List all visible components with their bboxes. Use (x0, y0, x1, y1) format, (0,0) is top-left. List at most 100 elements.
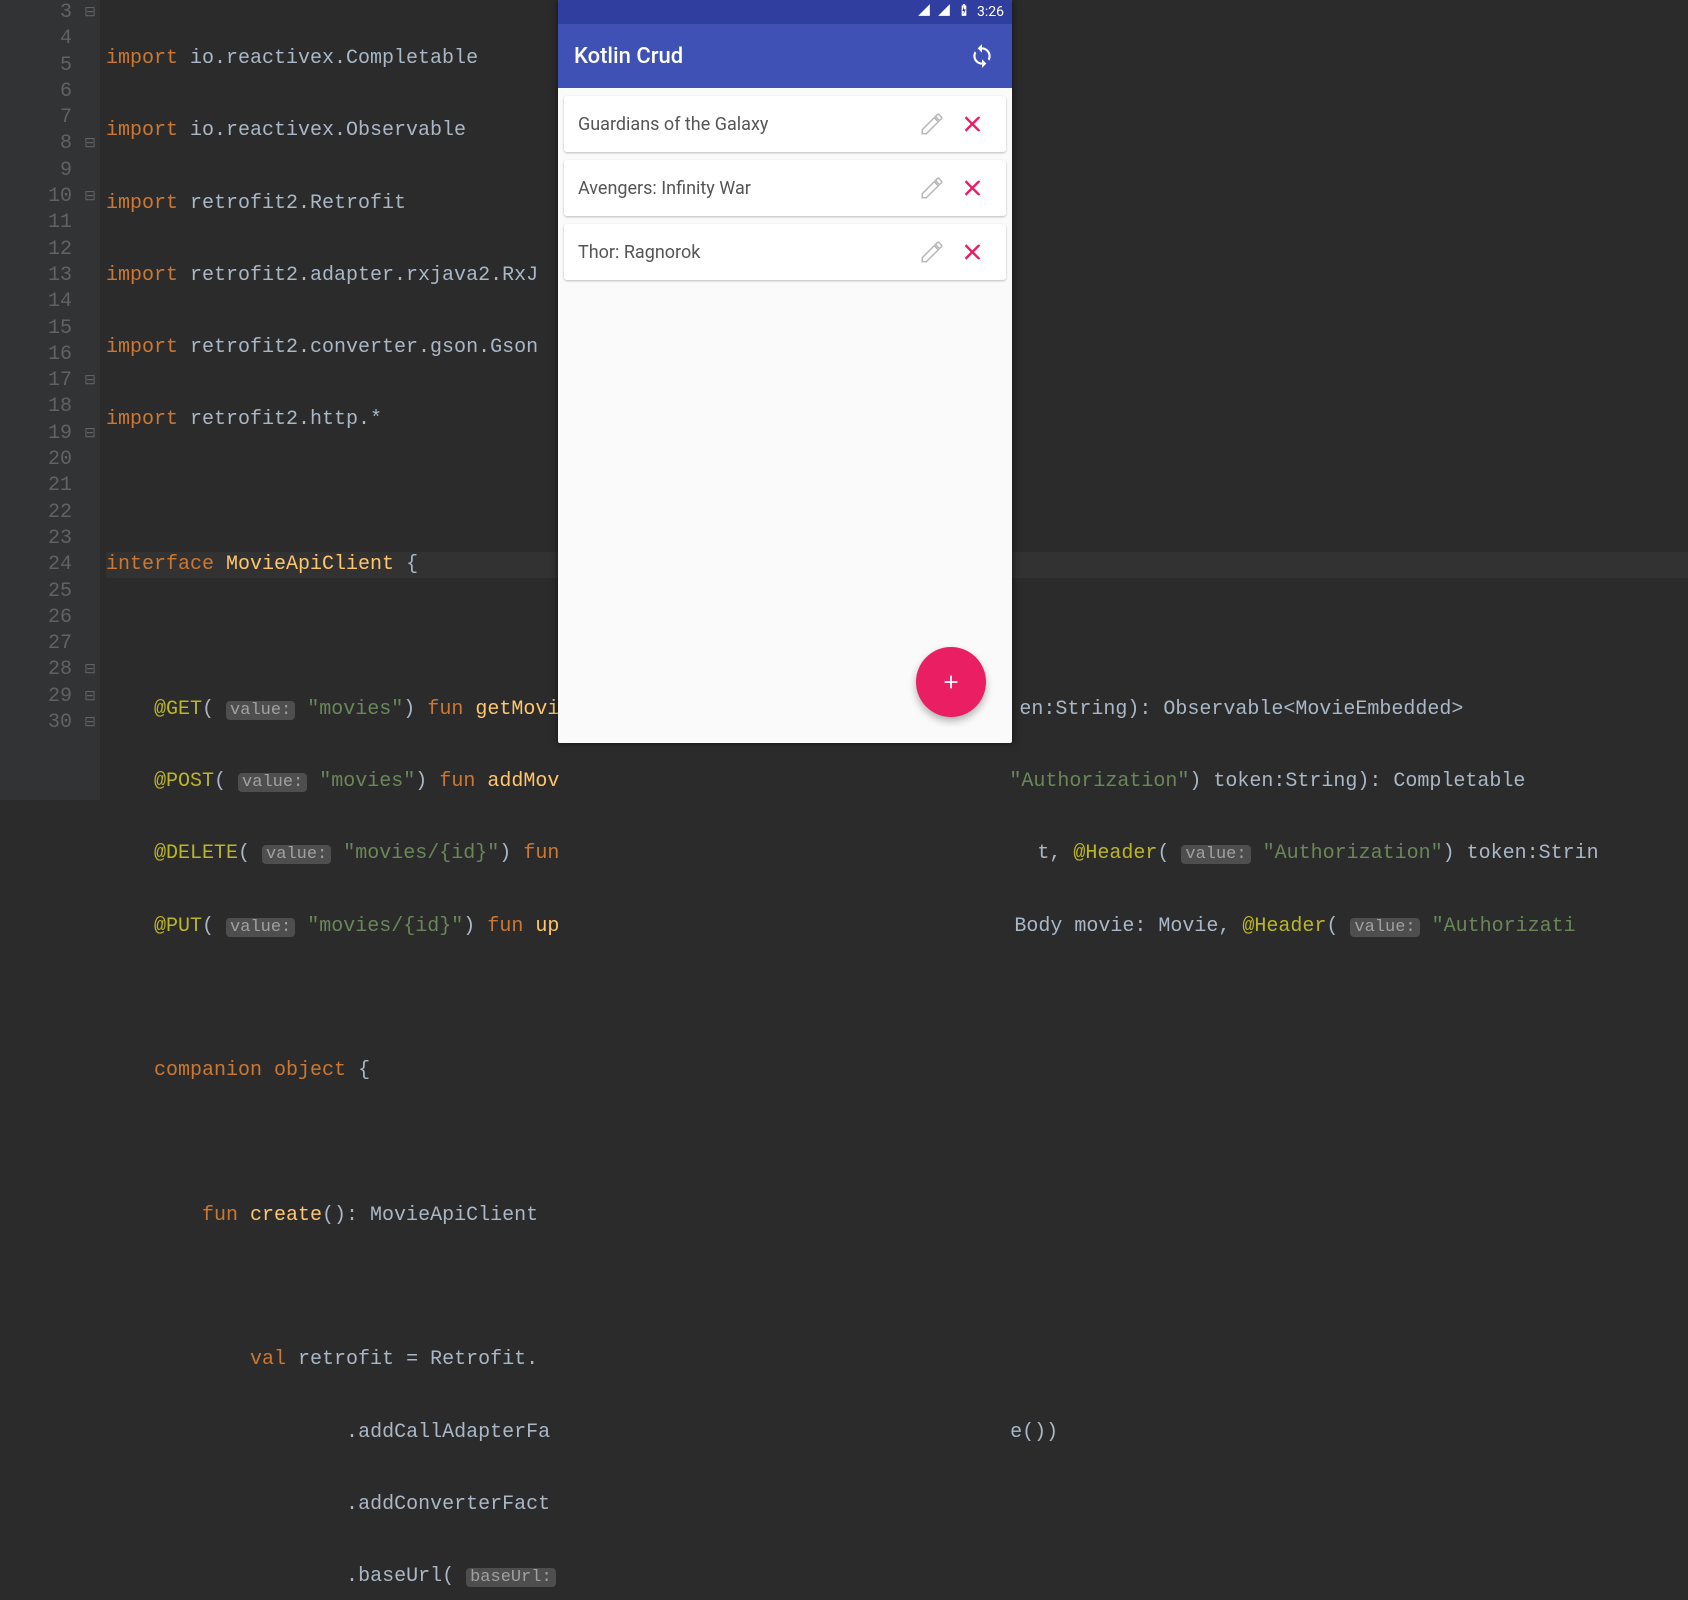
line-number: 26 (0, 605, 72, 631)
line-number: 17 (0, 368, 72, 394)
movie-card[interactable]: Thor: Ragnorok (564, 224, 1006, 280)
fold-marker[interactable] (80, 579, 100, 605)
param-hint: value: (1350, 918, 1419, 937)
paren: ( (1157, 842, 1181, 865)
pencil-icon (919, 111, 945, 137)
fold-marker[interactable] (80, 342, 100, 368)
line-number: 29 (0, 684, 72, 710)
code-tail: en:String): Observable<MovieEmbedded> (1019, 698, 1463, 721)
pencil-icon (919, 239, 945, 265)
keyword: import (106, 264, 178, 287)
fold-marker[interactable] (80, 447, 100, 473)
string: "Authorization" (1009, 770, 1189, 793)
fold-marker[interactable] (80, 26, 100, 52)
fold-marker[interactable] (80, 53, 100, 79)
line-number: 21 (0, 473, 72, 499)
code-text: retrofit2.adapter.rxjava2.RxJ (178, 264, 538, 287)
line-number: 3 (0, 0, 72, 26)
fold-marker[interactable]: ⊟ (80, 684, 100, 710)
fold-marker[interactable] (80, 500, 100, 526)
code-tail: ) token:Strin (1443, 842, 1599, 865)
code-text: (): MovieApiClient (322, 1204, 538, 1227)
edit-button[interactable] (912, 232, 952, 272)
movie-list[interactable]: Guardians of the Galaxy Avengers: Infinit… (558, 88, 1012, 296)
string: "movies/{id}" (331, 842, 499, 865)
fold-marker[interactable] (80, 289, 100, 315)
code-tail: e()) (1010, 1421, 1058, 1444)
fold-marker[interactable]: ⊟ (80, 131, 100, 157)
line-number: 7 (0, 105, 72, 131)
code-text: io.reactivex.Completable (178, 47, 478, 70)
line-number: 20 (0, 447, 72, 473)
keyword: fun (202, 1204, 250, 1227)
param-hint: value: (226, 918, 295, 937)
keyword: import (106, 119, 178, 142)
method-name: addConverterFact (358, 1493, 550, 1516)
movie-card[interactable]: Guardians of the Galaxy (564, 96, 1006, 152)
annotation: @Header (1073, 842, 1157, 865)
dot: . (346, 1565, 358, 1588)
fold-marker[interactable] (80, 552, 100, 578)
signal-icon (937, 3, 951, 21)
fold-marker[interactable]: ⊟ (80, 368, 100, 394)
keyword: import (106, 192, 178, 215)
fold-marker[interactable] (80, 316, 100, 342)
brace: { (394, 553, 418, 576)
fold-marker[interactable] (80, 105, 100, 131)
edit-button[interactable] (912, 104, 952, 144)
movie-card[interactable]: Avengers: Infinity War (564, 160, 1006, 216)
param-hint: value: (1181, 845, 1250, 864)
fold-marker[interactable]: ⊟ (80, 421, 100, 447)
fold-marker[interactable] (80, 263, 100, 289)
keyword: import (106, 408, 178, 431)
line-number: 27 (0, 631, 72, 657)
fold-marker[interactable] (80, 79, 100, 105)
plus-icon (940, 671, 962, 693)
line-number: 13 (0, 263, 72, 289)
fold-marker[interactable]: ⊟ (80, 710, 100, 736)
delete-button[interactable] (952, 168, 992, 208)
status-time: 3:26 (977, 4, 1004, 20)
annotation: @DELETE (154, 842, 238, 865)
sync-button[interactable] (968, 42, 996, 70)
param-hint: value: (226, 701, 295, 720)
edit-button[interactable] (912, 168, 952, 208)
code-text: retrofit = Retrofit. (298, 1348, 538, 1371)
delete-button[interactable] (952, 104, 992, 144)
code-tail: ) token:String): Completable (1189, 770, 1525, 793)
paren: ( (202, 915, 226, 938)
fold-marker[interactable] (80, 605, 100, 631)
line-number: 5 (0, 53, 72, 79)
movie-title: Avengers: Infinity War (578, 178, 912, 199)
pencil-icon (919, 175, 945, 201)
code-text: retrofit2.converter.gson.Gson (178, 336, 538, 359)
fold-marker[interactable] (80, 631, 100, 657)
paren: ) (415, 770, 439, 793)
movie-title: Guardians of the Galaxy (578, 114, 912, 135)
fold-marker[interactable] (80, 158, 100, 184)
fold-marker[interactable] (80, 526, 100, 552)
function-name: up (535, 915, 559, 938)
delete-button[interactable] (952, 232, 992, 272)
line-number-gutter: 3456789101112131415161718192021222324252… (0, 0, 80, 800)
fold-marker[interactable]: ⊟ (80, 657, 100, 683)
keyword: fun (523, 842, 559, 865)
fold-marker[interactable] (80, 394, 100, 420)
keyword: interface (106, 553, 226, 576)
annotation: @Header (1242, 915, 1326, 938)
add-fab[interactable] (916, 647, 986, 717)
type-name: MovieApiClient (226, 553, 394, 576)
fold-marker[interactable] (80, 473, 100, 499)
fold-marker[interactable] (80, 210, 100, 236)
close-icon (960, 176, 984, 200)
fold-marker[interactable]: ⊟ (80, 0, 100, 26)
keyword: fun (439, 770, 487, 793)
line-number: 11 (0, 210, 72, 236)
battery-icon (957, 3, 971, 21)
line-number: 24 (0, 552, 72, 578)
fold-marker[interactable] (80, 237, 100, 263)
line-number: 14 (0, 289, 72, 315)
app-bar: Kotlin Crud (558, 24, 1012, 88)
fold-marker[interactable]: ⊟ (80, 184, 100, 210)
brace: { (358, 1059, 370, 1082)
